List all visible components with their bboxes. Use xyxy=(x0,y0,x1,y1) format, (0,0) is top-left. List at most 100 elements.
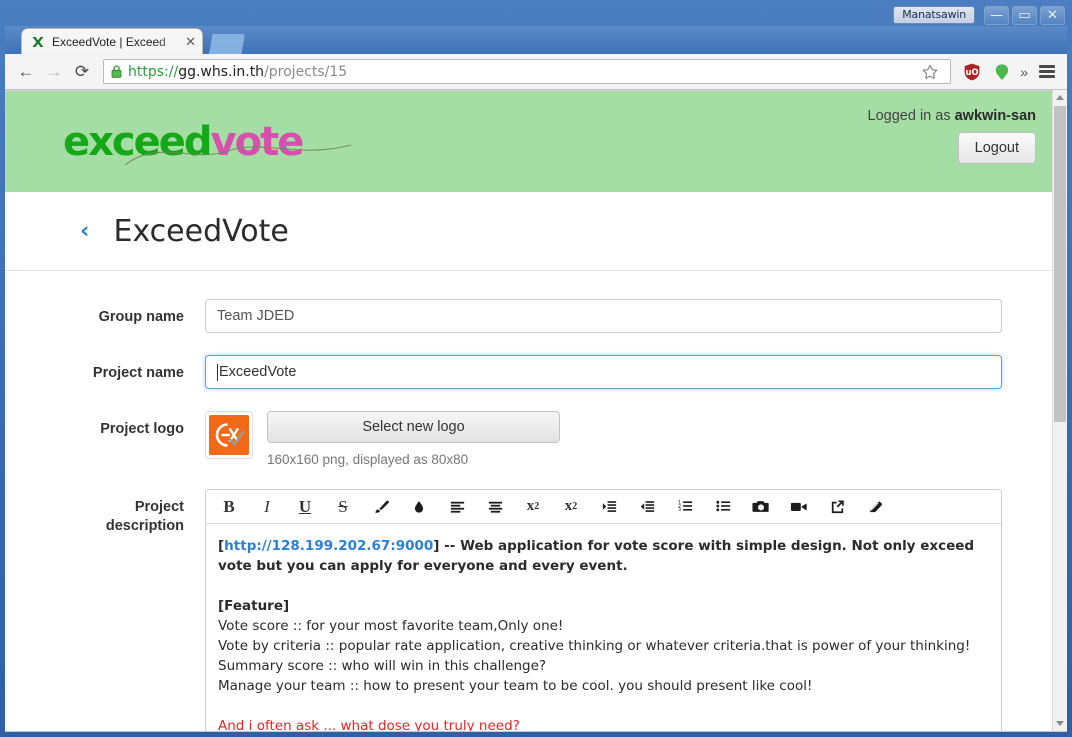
web-page: exceedvote Logged in as awkwin-san Logou… xyxy=(5,90,1052,731)
window-close-button[interactable]: ✕ xyxy=(1040,5,1065,25)
ublock-origin-icon[interactable]: uO xyxy=(962,62,982,82)
back-button[interactable]: ← xyxy=(13,59,39,85)
project-description-label-line1: Project xyxy=(134,499,184,515)
unordered-list-icon[interactable] xyxy=(704,492,742,522)
forward-button[interactable]: → xyxy=(41,59,67,85)
login-status-prefix: Logged in as xyxy=(867,108,955,124)
bold-icon[interactable]: B xyxy=(210,492,248,522)
new-tab-button[interactable] xyxy=(209,34,245,54)
close-icon[interactable]: ✕ xyxy=(185,34,196,50)
os-titlebar: Manatsawin — ▭ ✕ xyxy=(5,4,1067,26)
page-title: ExceedVote xyxy=(113,213,289,249)
project-name-input[interactable]: ExceedVote xyxy=(205,355,1002,389)
description-lead-paragraph: [http://128.199.202.67:9000] -- Web appl… xyxy=(218,536,987,576)
browser-tab-strip: ExceedVote | Exceed ✕ xyxy=(5,26,1067,54)
select-new-logo-button[interactable]: Select new logo xyxy=(267,411,560,443)
description-editor-content[interactable]: [http://128.199.202.67:9000] -- Web appl… xyxy=(206,524,1001,731)
scrollbar-up-button[interactable] xyxy=(1053,90,1067,105)
superscript-icon[interactable]: x2 xyxy=(552,492,590,522)
project-logo-control: Select new logo 160x160 png, displayed a… xyxy=(205,411,1052,467)
eraser-icon[interactable] xyxy=(856,492,894,522)
italic-icon[interactable]: I xyxy=(248,492,286,522)
feature-line: Vote by criteria :: popular rate applica… xyxy=(218,638,971,654)
reload-button[interactable]: ⟳ xyxy=(69,59,95,85)
os-window-frame: Manatsawin — ▭ ✕ ExceedVote | Exceed ✕ ←… xyxy=(0,0,1072,737)
project-name-control: ExceedVote xyxy=(205,355,1052,389)
svg-text:3: 3 xyxy=(677,507,680,513)
text-caret xyxy=(217,363,218,381)
url-path: /projects/15 xyxy=(264,63,348,80)
bookmark-star-icon[interactable] xyxy=(920,62,940,82)
feature-line: Summary score :: who will win in this ch… xyxy=(218,658,547,674)
svg-text:uO: uO xyxy=(966,68,979,78)
project-logo-thumbnail[interactable] xyxy=(205,411,253,459)
project-logo-label: Project logo xyxy=(100,421,184,437)
group-name-control: Team JDED xyxy=(205,299,1052,333)
back-chevron-icon[interactable]: ‹ xyxy=(80,219,89,243)
browser-window: ExceedVote | Exceed ✕ ← → ⟳ https://gg.w… xyxy=(5,26,1067,732)
feature-heading: [Feature] xyxy=(218,598,290,614)
project-description-label: Project description xyxy=(5,489,205,536)
hamburger-menu-icon[interactable] xyxy=(1039,65,1055,78)
logout-button[interactable]: Logout xyxy=(957,132,1036,164)
brush-icon[interactable] xyxy=(362,492,400,522)
video-icon[interactable] xyxy=(780,492,818,522)
page-title-bar: ‹ ExceedVote xyxy=(5,192,1052,271)
project-logo-hint: 160x160 png, displayed as 80x80 xyxy=(267,452,469,467)
form-row-project-name: Project name ExceedVote xyxy=(5,355,1052,389)
description-closing-line: And i often ask ... what dose you truly … xyxy=(218,718,520,731)
exceedvote-logo[interactable]: exceedvote xyxy=(63,119,352,166)
feature-line: Vote score :: for your most favorite tea… xyxy=(218,618,564,634)
project-name-value: ExceedVote xyxy=(219,364,297,380)
ordered-list-icon[interactable]: 1 2 3 xyxy=(666,492,704,522)
rich-text-editor: B I U S x 2 x 2 1 2 3 [http://128.199.20… xyxy=(205,489,1002,731)
browser-viewport: exceedvote Logged in as awkwin-san Logou… xyxy=(5,90,1067,731)
address-bar[interactable]: https://gg.whs.in.th/projects/15 xyxy=(103,59,952,84)
subscript-icon[interactable]: x2 xyxy=(514,492,552,522)
superscript-base: x xyxy=(564,498,573,514)
droplet-icon[interactable] xyxy=(400,492,438,522)
feature-line: Manage your team :: how to present your … xyxy=(218,678,813,694)
browser-status-line xyxy=(5,731,1067,732)
browser-tab-title: ExceedVote | Exceed xyxy=(52,34,166,49)
page-scrollbar[interactable] xyxy=(1052,90,1067,731)
group-name-input[interactable]: Team JDED xyxy=(205,299,1002,333)
site-header: exceedvote Logged in as awkwin-san Logou… xyxy=(5,90,1052,192)
project-description-control: B I U S x 2 x 2 1 2 3 [http://128.199.20… xyxy=(205,489,1052,731)
project-demo-link[interactable]: http://128.199.202.67:9000 xyxy=(224,538,433,554)
project-name-label: Project name xyxy=(92,365,184,381)
indent-icon[interactable] xyxy=(590,492,628,522)
swoosh-decoration xyxy=(124,144,352,166)
form-row-project-description: Project description B I U S x 2 x 2 1 2 … xyxy=(5,489,1052,731)
ex-check-logo-icon xyxy=(209,415,249,455)
address-bar-url: https://gg.whs.in.th/projects/15 xyxy=(128,64,920,80)
align-left-icon[interactable] xyxy=(438,492,476,522)
green-balloon-icon[interactable] xyxy=(992,62,1012,82)
browser-toolbar: ← → ⟳ https://gg.whs.in.th/projects/15 u… xyxy=(5,54,1067,90)
browser-tab[interactable]: ExceedVote | Exceed ✕ xyxy=(21,28,203,54)
outdent-icon[interactable] xyxy=(628,492,666,522)
login-status: Logged in as awkwin-san xyxy=(868,108,1036,124)
camera-icon[interactable] xyxy=(742,492,780,522)
form-row-project-logo: Project logo Select new logo 160x160 png… xyxy=(5,411,1052,467)
window-minimize-button[interactable]: — xyxy=(984,5,1009,25)
align-center-icon[interactable] xyxy=(476,492,514,522)
group-name-value: Team JDED xyxy=(217,308,295,324)
scrollbar-thumb[interactable] xyxy=(1054,106,1066,422)
url-host: gg.whs.in.th xyxy=(178,63,265,80)
strikethrough-icon[interactable]: S xyxy=(324,492,362,522)
scrollbar-down-button[interactable] xyxy=(1053,716,1067,731)
os-app-name: Manatsawin xyxy=(893,6,975,24)
link-icon[interactable] xyxy=(818,492,856,522)
group-name-label: Group name xyxy=(98,309,184,325)
login-username: awkwin-san xyxy=(954,108,1036,124)
subscript-base: x xyxy=(526,498,535,514)
project-edit-form: Group name Team JDED Project name Exceed… xyxy=(5,271,1052,731)
project-description-label-line2: description xyxy=(105,518,184,534)
green-x-favicon xyxy=(30,34,46,50)
url-scheme: https:// xyxy=(128,63,179,80)
toolbar-overflow-button[interactable]: » xyxy=(1020,64,1028,80)
window-maximize-button[interactable]: ▭ xyxy=(1012,5,1037,25)
underline-icon[interactable]: U xyxy=(286,492,324,522)
